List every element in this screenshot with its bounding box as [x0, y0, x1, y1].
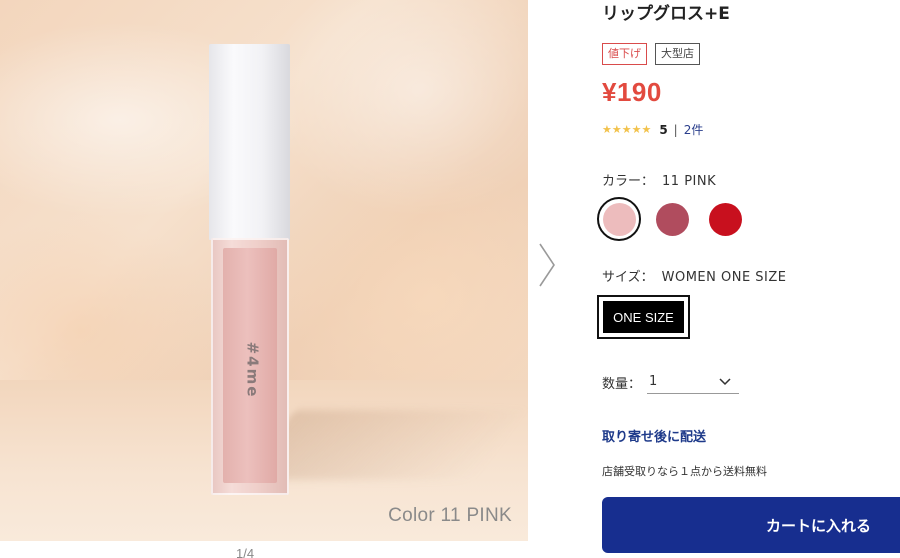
image-pager: 1/4: [236, 546, 255, 558]
swatch-rose[interactable]: [650, 197, 694, 241]
quantity-selector: 数量： 1: [602, 370, 740, 394]
chevron-down-icon: [719, 377, 731, 385]
chevron-right-icon: [539, 243, 555, 287]
next-image-button[interactable]: [535, 240, 559, 290]
quantity-dropdown[interactable]: 1: [647, 370, 740, 394]
lip-gloss-cap: [209, 44, 290, 240]
image-color-caption: Color 11 PINK: [388, 505, 512, 526]
color-swatches: [597, 197, 747, 241]
color-label: カラー：: [602, 174, 655, 189]
size-option-label-text: ONE SIZE: [603, 301, 684, 333]
selected-size: WOMEN ONE SIZE: [661, 270, 787, 285]
product-title: リップグロス+E: [602, 4, 730, 24]
quantity-label: 数量：: [602, 376, 642, 392]
product-image: #4me Color 11 PINK: [0, 0, 528, 541]
product-tags: 値下げ 大型店: [602, 43, 700, 65]
rating-separator: |: [673, 122, 678, 137]
shipping-note: 店舗受取りなら１点から送料無料: [602, 465, 767, 478]
product-price: ¥190: [602, 77, 662, 107]
size-option-button[interactable]: ONE SIZE: [597, 295, 690, 339]
color-option-label: カラー： 11 PINK: [602, 170, 716, 189]
swatch-pink[interactable]: [597, 197, 641, 241]
size-label: サイズ：: [602, 270, 654, 285]
swatch-color: [655, 202, 689, 236]
rating-score: 5: [659, 122, 668, 137]
quantity-value: 1: [649, 374, 658, 389]
large-store-tag: 大型店: [655, 43, 700, 65]
swatch-color: [602, 202, 636, 236]
rating: ★★★★★ 5 | 2件: [602, 121, 703, 138]
add-to-cart-button[interactable]: カートに入れる: [602, 497, 900, 553]
swatch-red[interactable]: [703, 197, 747, 241]
review-count-link[interactable]: 2件: [684, 121, 704, 138]
sale-tag: 値下げ: [602, 43, 647, 65]
selected-color: 11 PINK: [662, 174, 717, 189]
brand-logo: #4me: [243, 341, 261, 399]
star-rating-icon: ★★★★★: [602, 123, 652, 136]
product-info: リップグロス+E 値下げ 大型店 ¥190 ★★★★★ 5 | 2件 カラー： 1…: [597, 0, 900, 558]
delivery-status: 取り寄せ後に配送: [602, 430, 707, 445]
swatch-color: [708, 202, 742, 236]
size-option-label: サイズ： WOMEN ONE SIZE: [602, 266, 787, 285]
